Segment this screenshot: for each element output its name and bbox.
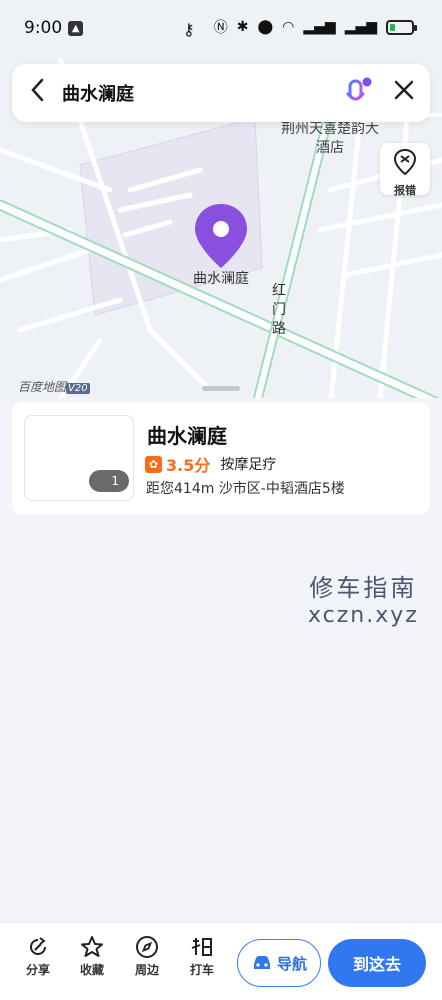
status-time: 9:00 bbox=[24, 18, 63, 38]
watermark-line1: 修车指南 bbox=[309, 574, 418, 602]
navigate-label: 导航 bbox=[276, 954, 307, 973]
star-icon bbox=[72, 933, 112, 961]
sheet-drag-handle[interactable] bbox=[202, 386, 240, 391]
search-bar[interactable]: 曲水澜庭 bbox=[12, 64, 430, 122]
nearby-label: 周边 bbox=[134, 963, 159, 977]
nfc-icon: Ⓝ bbox=[213, 20, 228, 36]
watermark-line2: xczn.xyz bbox=[308, 603, 419, 628]
pin-label: 曲水澜庭 bbox=[193, 271, 249, 287]
location-pin-icon[interactable] bbox=[192, 202, 250, 272]
taxi-icon bbox=[182, 933, 222, 961]
app-notification-icon: ▲ bbox=[68, 20, 84, 36]
rating-row: ✿ 3.5分 按摩足疗 bbox=[145, 452, 276, 476]
poi-hotel-label[interactable]: 荆州天喜楚韵大酒店 bbox=[280, 120, 380, 158]
place-category: 按摩足疗 bbox=[220, 457, 277, 473]
share-label: 分享 bbox=[25, 963, 50, 977]
battery-icon bbox=[386, 19, 417, 35]
key-icon: ⚷ bbox=[183, 20, 195, 39]
photo-count: 1 bbox=[89, 470, 129, 492]
watermark: 修车指南 xczn.xyz bbox=[308, 568, 419, 628]
bottom-action-bar: 分享 收藏 周边 打车 导航 到这去 bbox=[0, 922, 442, 1000]
voice-mic-icon[interactable] bbox=[338, 73, 378, 113]
place-card[interactable]: 1 曲水澜庭 ✿ 3.5分 按摩足疗 距您414m 沙市区-中韬酒店5楼 bbox=[12, 402, 430, 514]
wifi-icon: ◠ bbox=[282, 19, 295, 35]
search-query[interactable]: 曲水澜庭 bbox=[62, 80, 338, 106]
brand-name: 百度地图 bbox=[18, 380, 67, 394]
place-name: 曲水澜庭 bbox=[147, 424, 227, 448]
place-photo[interactable]: 1 bbox=[24, 415, 134, 501]
car-icon bbox=[253, 956, 270, 969]
navigate-button[interactable]: 导航 bbox=[237, 939, 321, 987]
report-error-button[interactable]: 报错 bbox=[380, 143, 430, 197]
map-brand-logo: 百度地图 V20 bbox=[18, 378, 90, 395]
location-icon: ⬤ bbox=[257, 19, 274, 35]
place-address: 距您414m 沙市区-中韬酒店5楼 bbox=[146, 481, 345, 497]
back-arrow-icon[interactable] bbox=[12, 78, 62, 109]
brand-version: V20 bbox=[66, 383, 90, 394]
report-pin-icon bbox=[393, 148, 417, 176]
nearby-button[interactable]: 周边 bbox=[127, 933, 167, 978]
compass-icon bbox=[127, 933, 167, 961]
taxi-button[interactable]: 打车 bbox=[182, 933, 222, 978]
bluetooth-icon: ✱ bbox=[236, 19, 249, 35]
rating-score: 3.5分 bbox=[166, 456, 211, 475]
rating-badge-icon: ✿ bbox=[145, 455, 162, 473]
favorite-label: 收藏 bbox=[79, 963, 104, 977]
share-button[interactable]: 分享 bbox=[18, 933, 58, 978]
close-icon[interactable] bbox=[378, 78, 430, 108]
status-icons: Ⓝ ✱ ⬤ ◠ ▂▄▆ ▂▄▆ bbox=[213, 17, 417, 37]
report-label: 报错 bbox=[394, 184, 416, 197]
signal-icon-2: ▂▄▆ bbox=[344, 19, 377, 35]
status-bar: 9:00 ▲ ⚷ Ⓝ ✱ ⬤ ◠ ▂▄▆ ▂▄▆ bbox=[0, 0, 442, 56]
share-icon bbox=[18, 933, 58, 961]
road-name-label: 红门路 bbox=[272, 283, 286, 337]
taxi-label: 打车 bbox=[189, 963, 214, 977]
signal-icon: ▂▄▆ bbox=[303, 19, 336, 35]
go-here-button[interactable]: 到这去 bbox=[328, 939, 426, 987]
favorite-button[interactable]: 收藏 bbox=[72, 933, 112, 978]
